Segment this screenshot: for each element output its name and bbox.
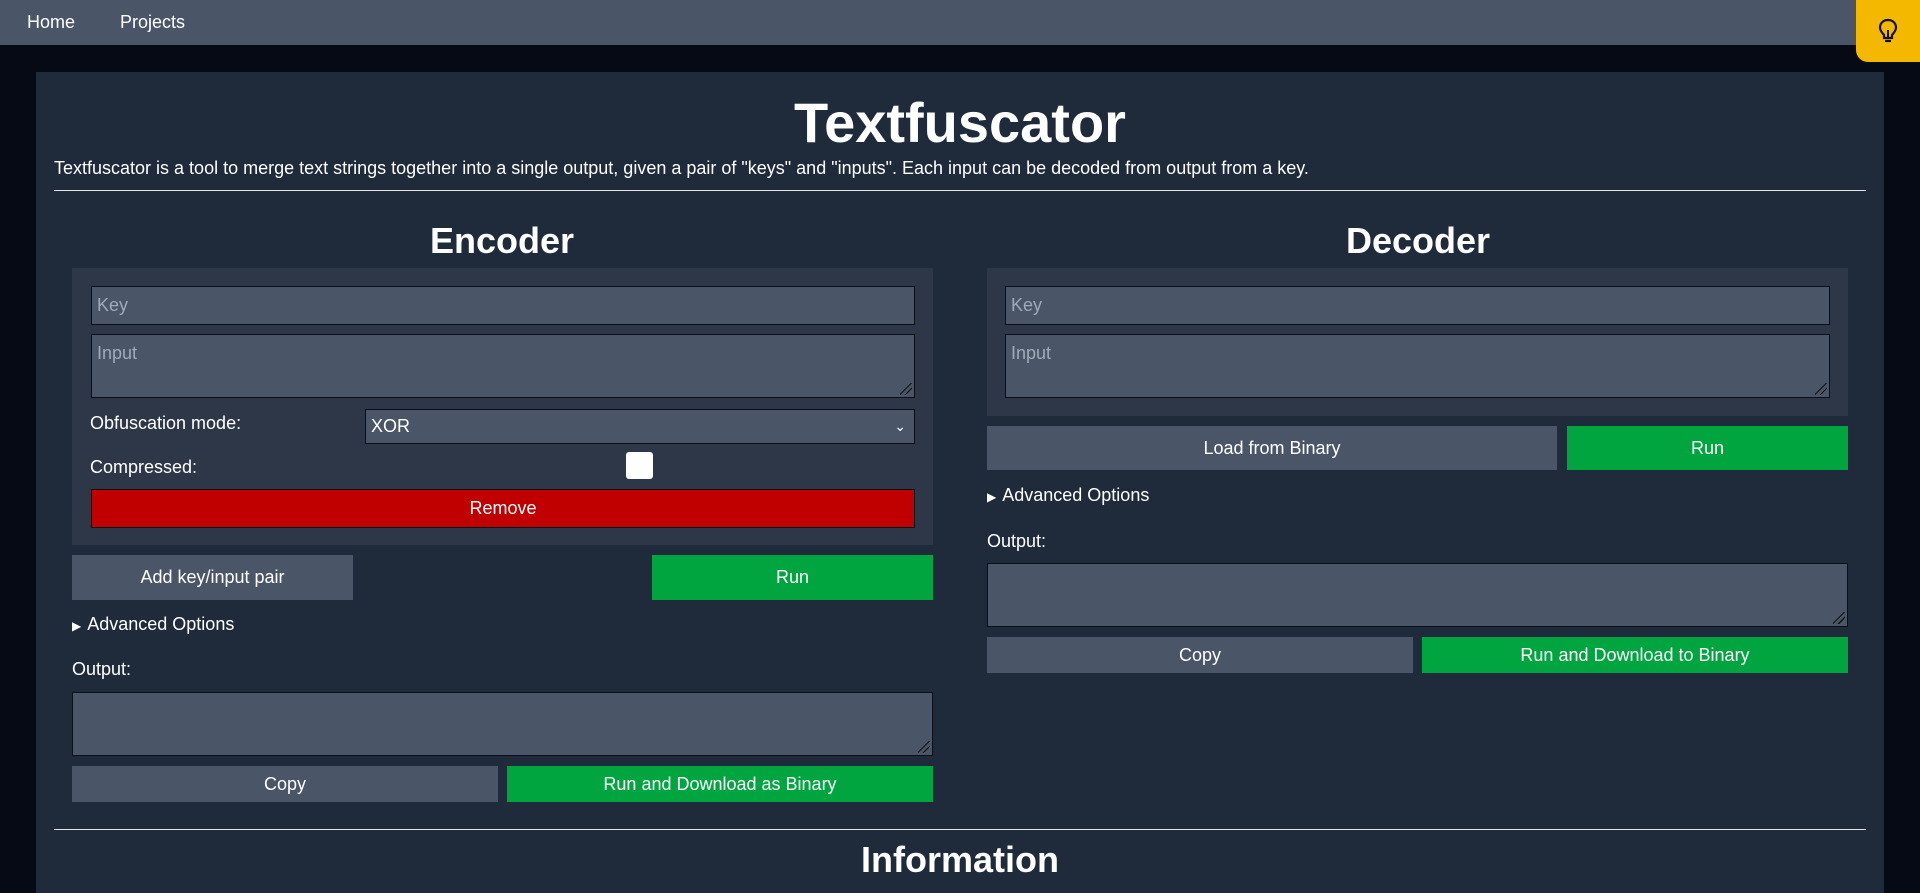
divider-bottom — [54, 829, 1866, 830]
encoder-input-textarea[interactable]: Input — [91, 334, 915, 398]
page-description: Textfuscator is a tool to merge text str… — [54, 158, 1309, 178]
encoder-output-label: Output: — [72, 659, 132, 679]
decoder-input-textarea[interactable]: Input — [1005, 334, 1830, 398]
remove-pair-button[interactable]: Remove — [91, 489, 915, 528]
encoder-run-button[interactable]: Run — [652, 555, 933, 600]
page-title: Textfuscator — [794, 91, 1126, 154]
encoder-copy-button[interactable]: Copy — [72, 766, 498, 802]
decoder-run-button[interactable]: Run — [1567, 426, 1848, 470]
decoder-heading: Decoder — [1345, 220, 1491, 261]
decoder-copy-button[interactable]: Copy — [987, 637, 1413, 673]
compressed-label: Compressed: — [90, 457, 198, 477]
information-heading: Information — [861, 839, 1059, 880]
hint-button[interactable] — [1856, 0, 1920, 62]
obfuscation-mode-select[interactable]: XOR ⌄ — [365, 409, 915, 444]
encoder-output-textarea[interactable] — [72, 692, 933, 756]
decoder-output-label: Output: — [987, 531, 1047, 551]
top-nav: Home Projects — [0, 0, 1920, 45]
obfuscation-mode-value: XOR — [371, 416, 411, 436]
triangle-right-icon: ▶ — [72, 619, 82, 633]
compressed-checkbox[interactable] — [626, 452, 653, 479]
nav-home-link[interactable]: Home — [0, 0, 97, 45]
encoder-advanced-label: Advanced Options — [87, 614, 235, 634]
decoder-advanced-options[interactable]: ▶ Advanced Options — [987, 484, 1149, 508]
decoder-key-input[interactable]: Key — [1005, 286, 1830, 325]
divider-top — [54, 190, 1866, 191]
decoder-download-button[interactable]: Run and Download to Binary — [1422, 637, 1848, 673]
load-from-binary-button[interactable]: Load from Binary — [987, 426, 1557, 470]
obfuscation-mode-label: Obfuscation mode: — [90, 413, 242, 433]
nav-projects-link[interactable]: Projects — [97, 0, 207, 45]
triangle-right-icon: ▶ — [987, 490, 997, 504]
encoder-download-button[interactable]: Run and Download as Binary — [507, 766, 933, 802]
encoder-heading: Encoder — [429, 220, 575, 261]
decoder-output-textarea[interactable] — [987, 563, 1848, 627]
lightbulb-icon — [1878, 18, 1898, 43]
add-pair-button[interactable]: Add key/input pair — [72, 555, 353, 600]
decoder-advanced-label: Advanced Options — [1002, 485, 1150, 505]
encoder-key-input[interactable]: Key — [91, 286, 915, 325]
chevron-down-icon: ⌄ — [894, 418, 906, 434]
encoder-advanced-options[interactable]: ▶ Advanced Options — [72, 613, 234, 637]
